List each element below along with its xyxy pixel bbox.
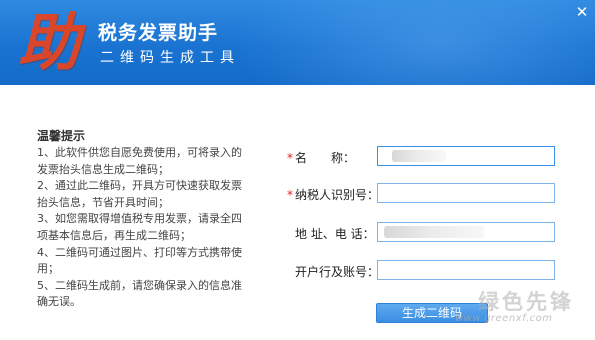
tip-item: 5、二维码生成前，请您确保录入的信息准确无误。	[37, 278, 242, 309]
logo: 助	[18, 6, 81, 79]
tips-list: 1、此软件供您自愿免费使用，可将录入的发票抬头信息生成二维码； 2、通过此二维码…	[37, 145, 247, 311]
address-label: 地 址、电 话：	[295, 227, 375, 241]
watermark-url: www.greenxf.com	[455, 313, 553, 324]
redacted-name	[392, 150, 446, 162]
required-mark: *	[287, 188, 293, 202]
watermark-brand: 绿色先锋	[478, 290, 574, 314]
tax-id-label: * 纳税人识别号：	[287, 186, 379, 203]
bank-label: 开户行及账号：	[295, 265, 380, 279]
tip-item: 4、二维码可通过图片、打印等方式携带使用；	[37, 245, 242, 276]
close-icon[interactable]: ✕	[573, 3, 591, 21]
tax-id-label-text: 纳税人识别号：	[295, 188, 380, 202]
app-header: 助 税务发票助手 二维码生成工具 ✕	[0, 0, 595, 85]
app-title: 税务发票助手	[98, 22, 219, 44]
redacted-address	[384, 226, 484, 238]
app-subtitle: 二维码生成工具	[100, 50, 240, 66]
required-mark: *	[287, 151, 293, 165]
name-label: * 名 称：	[287, 149, 355, 166]
tip-item: 1、此软件供您自愿免费使用，可将录入的发票抬头信息生成二维码；	[37, 146, 242, 176]
header-glow	[230, 0, 595, 85]
tips-title: 温馨提示	[37, 129, 86, 143]
tip-item: 2、通过此二维码，开具方可快速获取发票抬头信息，节省开具时间；	[37, 179, 242, 209]
tax-id-field[interactable]	[377, 183, 555, 203]
bank-field[interactable]	[377, 260, 555, 280]
name-label-text: 名 称：	[295, 151, 356, 165]
tip-item: 3、如您需取得增值税专用发票，请录全四项基本信息后，再生成二维码；	[37, 212, 242, 242]
